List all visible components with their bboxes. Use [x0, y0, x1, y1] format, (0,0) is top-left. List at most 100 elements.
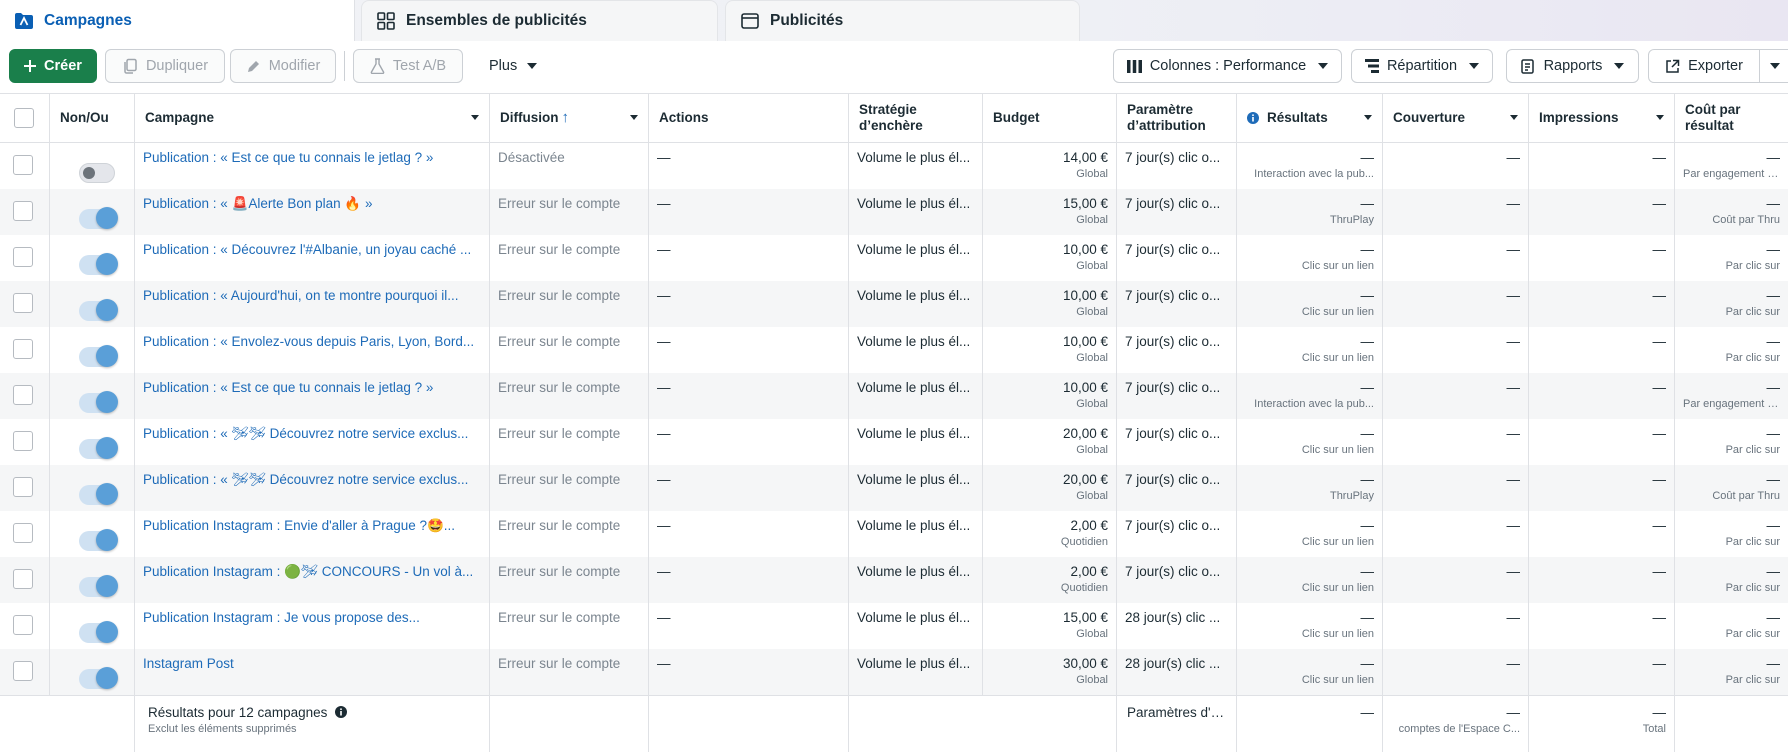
- campaign-name-link[interactable]: Publication : « Découvrez l'#Albanie, un…: [143, 242, 471, 257]
- budget-cell[interactable]: 10,00 € Global: [983, 235, 1117, 281]
- row-checkbox[interactable]: [13, 247, 33, 267]
- header-onoff[interactable]: Non/Ou: [50, 94, 135, 142]
- table-row[interactable]: Publication : « Aujourd'hui, on te montr…: [0, 281, 1788, 327]
- actions-cell: —: [649, 465, 849, 511]
- table-row[interactable]: Publication Instagram : Envie d'aller à …: [0, 511, 1788, 557]
- table-row[interactable]: Publication : « Découvrez l'#Albanie, un…: [0, 235, 1788, 281]
- row-checkbox[interactable]: [13, 339, 33, 359]
- campaign-name-link[interactable]: Publication : « Aujourd'hui, on te montr…: [143, 288, 459, 303]
- row-checkbox[interactable]: [13, 431, 33, 451]
- tab-adsets[interactable]: Ensembles de publicités: [361, 0, 718, 41]
- breakdown-dropdown[interactable]: Répartition: [1351, 49, 1493, 83]
- on-off-toggle[interactable]: [79, 575, 118, 597]
- table-row[interactable]: Publication Instagram : Je vous propose …: [0, 603, 1788, 649]
- budget-cell[interactable]: 2,00 € Quotidien: [983, 557, 1117, 603]
- select-all-checkbox[interactable]: [14, 108, 34, 128]
- table-row[interactable]: Publication : « 🛩🛩 Découvrez notre servi…: [0, 465, 1788, 511]
- export-options-dropdown[interactable]: [1759, 49, 1788, 83]
- more-dropdown[interactable]: Plus: [489, 49, 538, 83]
- tab-campaigns[interactable]: Campagnes: [0, 0, 355, 41]
- ab-test-button[interactable]: Test A/B: [353, 49, 463, 83]
- on-off-toggle[interactable]: [79, 207, 118, 229]
- table-row[interactable]: Instagram Post Erreur sur le compte — Volum…: [0, 649, 1788, 695]
- row-checkbox[interactable]: [13, 477, 33, 497]
- actions-cell: —: [649, 373, 849, 419]
- delivery-status: Erreur sur le compte: [498, 242, 621, 257]
- budget-cell[interactable]: 20,00 € Global: [983, 465, 1117, 511]
- header-campaign[interactable]: Campagne: [135, 94, 490, 142]
- row-checkbox[interactable]: [13, 615, 33, 635]
- on-off-toggle[interactable]: [79, 345, 118, 367]
- reports-dropdown[interactable]: Rapports: [1506, 49, 1639, 83]
- columns-dropdown[interactable]: Colonnes : Performance: [1113, 49, 1342, 83]
- row-checkbox[interactable]: [13, 661, 33, 681]
- budget-cell[interactable]: 15,00 € Global: [983, 189, 1117, 235]
- create-button[interactable]: Créer: [9, 49, 97, 83]
- info-icon[interactable]: [335, 706, 348, 718]
- campaign-name-link[interactable]: Publication : « 🛩🛩 Découvrez notre servi…: [143, 472, 468, 487]
- campaign-name-link[interactable]: Publication : « Est ce que tu connais le…: [143, 150, 433, 165]
- row-checkbox[interactable]: [13, 385, 33, 405]
- header-bid-strategy[interactable]: Stratégie d’enchère: [849, 94, 983, 142]
- cost-type: Par clic sur: [1725, 674, 1780, 686]
- budget-type: Global: [1076, 444, 1108, 456]
- delivery-status: Erreur sur le compte: [498, 288, 621, 303]
- campaign-name-link[interactable]: Publication : « Est ce que tu connais le…: [143, 380, 433, 395]
- campaign-name-link[interactable]: Publication Instagram : Envie d'aller à …: [143, 518, 455, 533]
- header-budget[interactable]: Budget: [983, 94, 1117, 142]
- bid-strategy-cell: Volume le plus él...: [849, 281, 983, 327]
- on-off-toggle[interactable]: [79, 163, 115, 183]
- header-cost-per-result[interactable]: Coût par résultat: [1675, 94, 1788, 142]
- results-cell: — Clic sur un lien: [1237, 603, 1383, 649]
- duplicate-button[interactable]: Dupliquer: [105, 49, 225, 83]
- on-off-toggle[interactable]: [79, 529, 118, 551]
- tab-ads[interactable]: Publicités: [725, 0, 1080, 41]
- on-off-toggle[interactable]: [79, 667, 118, 689]
- budget-cell[interactable]: 15,00 € Global: [983, 603, 1117, 649]
- table-row[interactable]: Publication : « 🚨Alerte Bon plan 🔥 » Erre…: [0, 189, 1788, 235]
- header-reach[interactable]: Couverture: [1383, 94, 1529, 142]
- row-checkbox[interactable]: [13, 523, 33, 543]
- campaign-name-link[interactable]: Publication : « 🚨Alerte Bon plan 🔥 »: [143, 196, 373, 211]
- budget-cell[interactable]: 10,00 € Global: [983, 327, 1117, 373]
- row-checkbox[interactable]: [13, 569, 33, 589]
- cost-cell: — Par clic sur: [1675, 235, 1788, 281]
- table-row[interactable]: Publication : « Est ce que tu connais le…: [0, 143, 1788, 189]
- header-impressions[interactable]: Impressions: [1529, 94, 1675, 142]
- on-off-toggle[interactable]: [79, 299, 118, 321]
- impressions-cell: —: [1529, 511, 1675, 557]
- delivery-status: Erreur sur le compte: [498, 196, 621, 211]
- table-row[interactable]: Publication : « 🛩🛩 Découvrez notre servi…: [0, 419, 1788, 465]
- table-row[interactable]: Publication : « Envolez-vous depuis Pari…: [0, 327, 1788, 373]
- header-results[interactable]: Résultats: [1237, 94, 1383, 142]
- budget-type: Global: [1076, 306, 1108, 318]
- budget-cell[interactable]: 14,00 € Global: [983, 143, 1117, 189]
- on-off-toggle[interactable]: [79, 621, 118, 643]
- cost-value: —: [1766, 242, 1781, 257]
- table-row[interactable]: Publication Instagram : 🟢🛩 CONCOURS - Un…: [0, 557, 1788, 603]
- campaign-name-link[interactable]: Publication Instagram : Je vous propose …: [143, 610, 420, 625]
- header-actions[interactable]: Actions: [649, 94, 849, 142]
- campaign-name-link[interactable]: Instagram Post: [143, 656, 234, 671]
- table-row[interactable]: Publication : « Est ce que tu connais le…: [0, 373, 1788, 419]
- on-off-toggle[interactable]: [79, 253, 118, 275]
- budget-cell[interactable]: 20,00 € Global: [983, 419, 1117, 465]
- on-off-toggle[interactable]: [79, 437, 118, 459]
- budget-cell[interactable]: 10,00 € Global: [983, 281, 1117, 327]
- budget-cell[interactable]: 10,00 € Global: [983, 373, 1117, 419]
- export-button[interactable]: Exporter: [1648, 49, 1760, 83]
- budget-cell[interactable]: 2,00 € Quotidien: [983, 511, 1117, 557]
- on-off-toggle[interactable]: [79, 391, 118, 413]
- header-attribution[interactable]: Paramètre d’attribution: [1117, 94, 1237, 142]
- edit-button[interactable]: Modifier: [230, 49, 336, 83]
- on-off-toggle[interactable]: [79, 483, 118, 505]
- row-checkbox[interactable]: [13, 293, 33, 313]
- campaign-name-link[interactable]: Publication : « Envolez-vous depuis Pari…: [143, 334, 474, 349]
- row-checkbox[interactable]: [13, 201, 33, 221]
- campaign-name-link[interactable]: Publication Instagram : 🟢🛩 CONCOURS - Un…: [143, 564, 473, 579]
- budget-cell[interactable]: 30,00 € Global: [983, 649, 1117, 695]
- header-delivery[interactable]: Diffusion ↑: [490, 94, 649, 142]
- row-checkbox[interactable]: [13, 155, 33, 175]
- campaign-name-link[interactable]: Publication : « 🛩🛩 Découvrez notre servi…: [143, 426, 468, 441]
- cost-value: —: [1766, 564, 1781, 579]
